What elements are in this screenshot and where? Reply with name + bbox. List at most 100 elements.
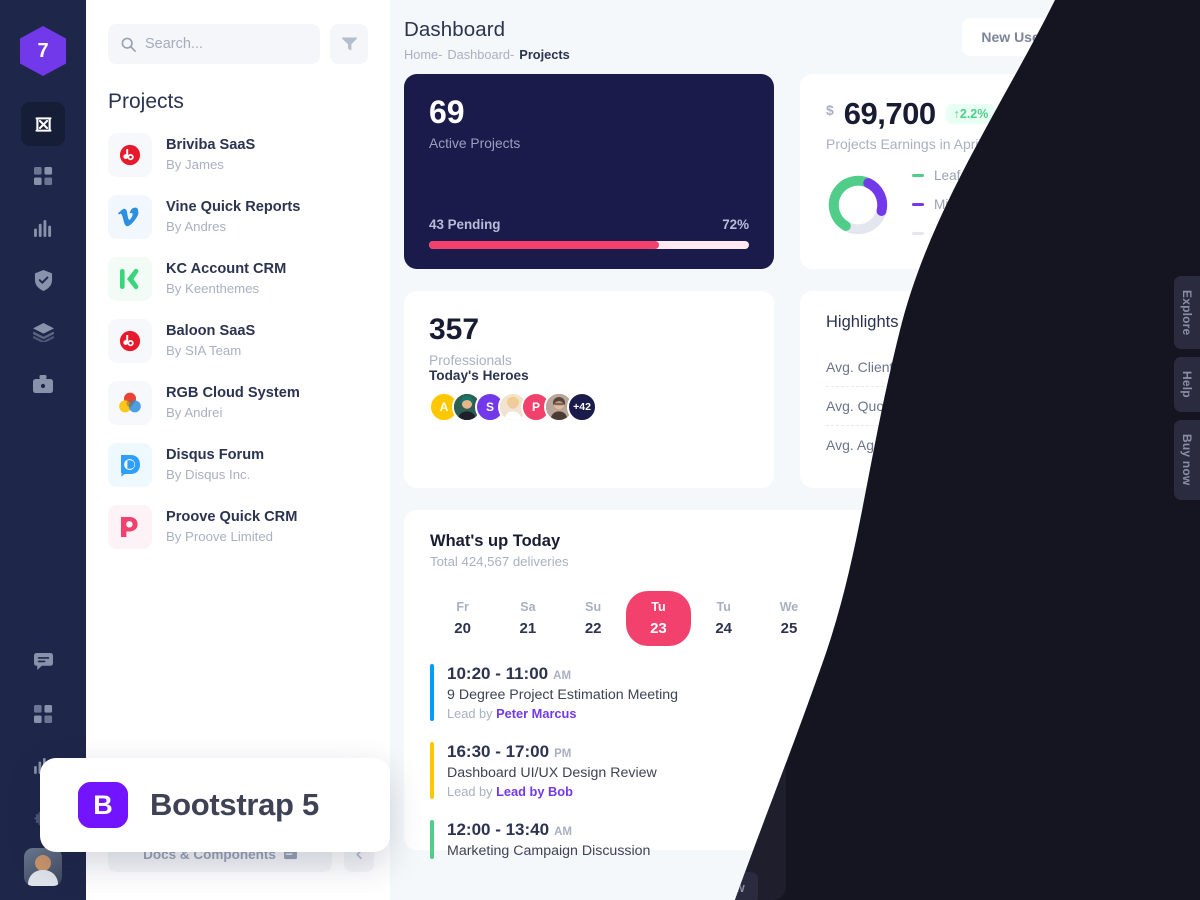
day-number: 25 [780, 620, 798, 637]
shield-check-icon [34, 269, 53, 291]
calendar-day[interactable]: Sa 28 [952, 591, 1017, 646]
event-lead-name[interactable]: Peter Marcus [496, 706, 576, 721]
legend-item: Leaf CRM [912, 168, 995, 183]
progress-bar-fill [429, 241, 660, 249]
breadcrumb-item-dashboard[interactable]: Dashboard- [447, 47, 514, 62]
tab-explore[interactable]: Explore [1174, 276, 1200, 350]
rail-item-grid[interactable] [21, 154, 65, 198]
app-logo[interactable]: 7 [20, 26, 66, 76]
day-of-week: Su [585, 600, 602, 614]
change-value: 2.2% [959, 107, 989, 121]
sidebar-title: Projects [108, 90, 184, 113]
list-item[interactable]: Proove Quick CRM By Proove Limited [108, 496, 368, 558]
avatar-initial: P [531, 400, 540, 414]
project-logo [108, 195, 152, 239]
list-item[interactable]: Vine Quick Reports By Andres [108, 186, 368, 248]
event-item: 12:00 - 13:40 AM Marketing Campaign Discu… [430, 820, 1148, 859]
project-author: By Andrei [166, 405, 223, 421]
rail-item-chat[interactable] [21, 640, 65, 684]
list-item[interactable]: RGB Cloud System By Andrei [108, 372, 368, 434]
new-goal-button[interactable]: New Goal [1072, 18, 1174, 56]
event-color-bar [430, 820, 434, 859]
calendar-day[interactable]: Fr 20 [430, 591, 495, 646]
legend-amount: $7,660 [1106, 168, 1148, 183]
earnings-amount: 69,700 [843, 96, 936, 131]
highlights-rows: Avg. Client Rating ↗ 7.8/10 Avg. Quotes … [826, 348, 1148, 464]
highlight-value: $2,309 [1103, 437, 1148, 453]
user-avatar[interactable] [24, 848, 62, 886]
list-item[interactable]: Baloon SaaS By SIA Team [108, 310, 368, 372]
project-logo [108, 133, 152, 177]
new-user-button[interactable]: New User [962, 18, 1065, 56]
rail-item-layers[interactable] [21, 310, 65, 354]
event-time-range: 12:00 - 13:40 [447, 820, 550, 839]
event-color-bar [430, 664, 434, 721]
professionals-card: 357 Professionals Today's Heroes A S P +… [404, 291, 774, 488]
avatar-stack: A S P +42 [429, 392, 749, 422]
day-of-week: Tu [651, 600, 666, 614]
event-text: 16:30 - 17:00 PM Dashboard UI/UX Design R… [447, 742, 657, 799]
calendar-day[interactable]: Su 22 [561, 591, 626, 646]
avatar-more[interactable]: +42 [567, 392, 597, 422]
side-tabs: Explore Help Buy now [1174, 276, 1200, 500]
highlights-card: Highlights Avg. Client Rating ↗ 7.8/10 A… [800, 291, 1174, 488]
event-item: 16:30 - 17:00 PM Dashboard UI/UX Design R… [430, 742, 1148, 799]
events-list: 10:20 - 11:00 AM 9 Degree Project Estimat… [430, 664, 1148, 859]
report-center-button[interactable]: Report Cecnter [1022, 536, 1148, 570]
breadcrumb-item-home[interactable]: Home- [404, 47, 442, 62]
whats-up-card: What's up Today Total 424,567 deliveries… [404, 510, 1174, 859]
highlight-value-group: ↙ 730 [1103, 398, 1148, 414]
earnings-card: $ 69,700 ↑2.2% Projects Earnings in Apri… [800, 74, 1174, 269]
project-logo [108, 381, 152, 425]
project-logo [108, 319, 152, 363]
tab-help[interactable]: Help [1174, 357, 1200, 413]
event-lead: Lead by Lead by Bob [447, 784, 657, 799]
project-text: Baloon SaaS By SIA Team [166, 322, 255, 361]
project-name: RGB Cloud System [166, 384, 300, 401]
event-lead-name[interactable]: Lead by Bob [496, 784, 573, 799]
event-view-button[interactable]: View [1084, 754, 1148, 787]
highlights-title: Highlights [826, 313, 899, 331]
legend-swatch [912, 174, 924, 177]
rail-item-box-3d[interactable] [21, 102, 65, 146]
rail-item-briefcase[interactable] [21, 362, 65, 406]
event-time: 10:20 - 11:00 AM [447, 664, 678, 684]
project-name: Proove Quick CRM [166, 508, 298, 525]
search-input[interactable]: Search... [108, 24, 320, 64]
event-view-button[interactable]: View [1084, 823, 1148, 856]
filter-button[interactable] [330, 24, 368, 64]
day-number: 26 [845, 620, 863, 637]
calendar-day[interactable]: Tu 24 [691, 591, 756, 646]
calendar-day[interactable]: Fri 27 [887, 591, 952, 646]
list-item[interactable]: Briviba SaaS By James [108, 124, 368, 186]
project-name: KC Account CRM [166, 260, 287, 277]
project-name: Disqus Forum [166, 446, 265, 463]
rail-item-grid-bottom[interactable] [21, 692, 65, 736]
project-logo [108, 443, 152, 487]
tab-buy-now[interactable]: Buy now [1174, 420, 1200, 500]
calendar-day[interactable]: Su 29 [1017, 591, 1082, 646]
legend-amount: $2,820 [1106, 197, 1148, 212]
day-of-week: Sa [977, 600, 993, 614]
calendar-day[interactable]: Mo 30 [1083, 591, 1148, 646]
calendar-day-active[interactable]: Tu 23 [625, 591, 692, 646]
event-item: 10:20 - 11:00 AM 9 Degree Project Estimat… [430, 664, 1148, 721]
event-text: 12:00 - 13:40 AM Marketing Campaign Discu… [447, 820, 650, 859]
calendar-day[interactable]: Sa 21 [495, 591, 560, 646]
list-item[interactable]: Disqus Forum By Disqus Inc. [108, 434, 368, 496]
bootstrap-logo-letter: B [93, 789, 113, 820]
day-number: 24 [715, 620, 733, 637]
event-view-button[interactable]: View [1084, 676, 1148, 709]
event-lead: Lead by Peter Marcus [447, 706, 678, 721]
list-item[interactable]: KC Account CRM By Keenthemes [108, 248, 368, 310]
rail-item-security[interactable] [21, 258, 65, 302]
rail-item-analytics[interactable] [21, 206, 65, 250]
highlight-label: Avg. Quotes [826, 398, 903, 414]
calendar-day[interactable]: We 25 [756, 591, 821, 646]
calendar-day[interactable]: Th 26 [822, 591, 887, 646]
briefcase-icon [33, 374, 53, 394]
table-row: Avg. Client Rating ↗ 7.8/10 [826, 348, 1148, 386]
project-author: By Disqus Inc. [166, 467, 251, 483]
highlight-value-group: ↗ $2,309 [1082, 437, 1148, 453]
project-author: By Andres [166, 219, 227, 235]
